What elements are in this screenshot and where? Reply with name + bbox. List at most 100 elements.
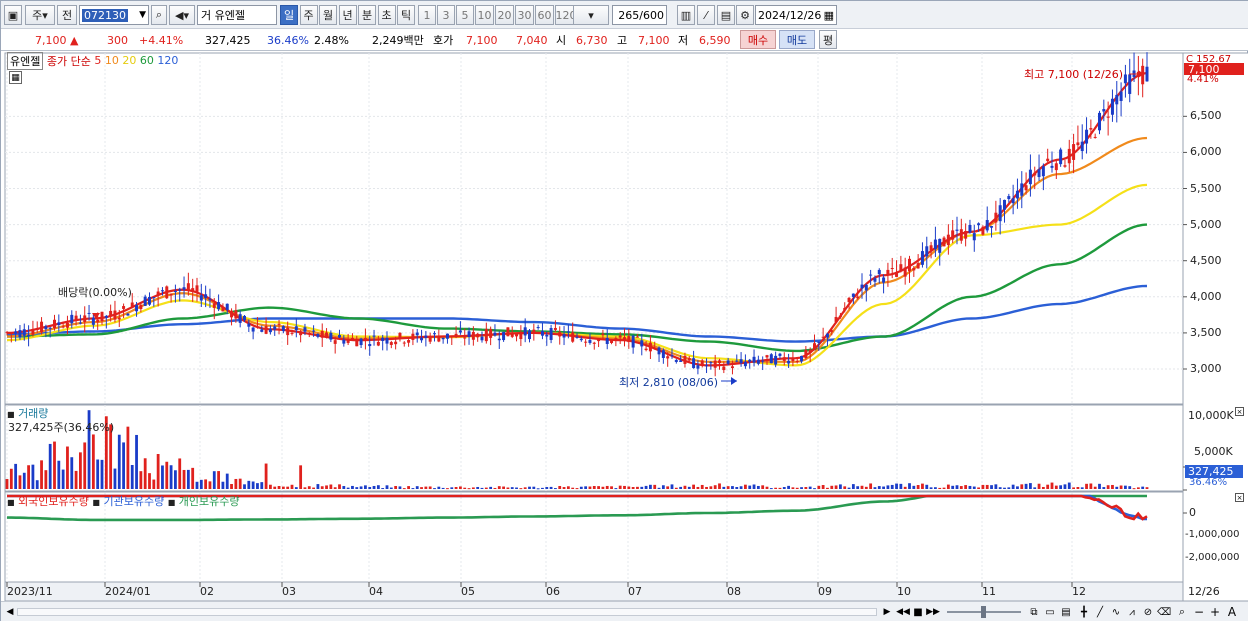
scroll-left-icon[interactable]: ◀ bbox=[4, 605, 16, 619]
volume-bar bbox=[27, 465, 30, 489]
candle-body bbox=[687, 358, 691, 361]
time-axis-label: 2024/01 bbox=[105, 585, 151, 598]
candle-body bbox=[1106, 116, 1110, 118]
rewind-icon[interactable]: ◀◀ bbox=[896, 605, 910, 619]
volume-bar bbox=[1029, 483, 1032, 489]
candle-body bbox=[1089, 128, 1093, 130]
volume-bar bbox=[61, 469, 65, 489]
chart-window: { "toolbar": { "period_label": "주", "pre… bbox=[0, 0, 1248, 621]
candle-body bbox=[1076, 142, 1080, 146]
candle-body bbox=[333, 340, 337, 344]
candle-body bbox=[722, 366, 726, 371]
price-panel bbox=[4, 52, 1184, 405]
candle-body bbox=[247, 323, 251, 327]
holdings-panel-close-icon[interactable]: × bbox=[1235, 493, 1244, 502]
candle-body bbox=[1072, 144, 1076, 160]
volume-bar bbox=[1054, 485, 1058, 489]
candle-body bbox=[454, 333, 458, 338]
volume-bar bbox=[1115, 486, 1119, 489]
candle-body bbox=[437, 337, 441, 342]
candle-body bbox=[1119, 91, 1123, 102]
candle-body bbox=[730, 366, 734, 369]
candle-body bbox=[372, 335, 376, 337]
volume-bar bbox=[748, 485, 752, 489]
volume-bar bbox=[493, 487, 497, 489]
volume-bar bbox=[588, 486, 592, 489]
zigzag-tool-icon[interactable]: ⩘ bbox=[1125, 605, 1139, 619]
volume-bar bbox=[260, 482, 264, 489]
stock-chart[interactable] bbox=[1, 1, 1248, 601]
candle-body bbox=[312, 330, 316, 332]
legend-ma5: 5 bbox=[94, 54, 102, 67]
volume-bar bbox=[739, 486, 743, 489]
zoom-slider-handle[interactable] bbox=[981, 606, 986, 618]
candle-body bbox=[713, 360, 717, 368]
horizontal-scrollbar[interactable] bbox=[17, 608, 877, 616]
candle-body bbox=[964, 230, 968, 239]
legend-ma20: 20 bbox=[122, 54, 137, 67]
candle-body bbox=[385, 338, 389, 344]
window-tile-icon[interactable]: ⧉ bbox=[1027, 605, 1041, 619]
volume-bar bbox=[79, 452, 82, 489]
volume-bar bbox=[735, 487, 739, 489]
volume-bar bbox=[126, 426, 130, 489]
volume-bar bbox=[994, 484, 998, 489]
grid-table-icon[interactable]: ▦ bbox=[9, 71, 22, 84]
volume-bar bbox=[325, 485, 328, 489]
candle-body bbox=[661, 350, 665, 358]
candle-body bbox=[126, 313, 130, 316]
volume-bar bbox=[791, 487, 795, 489]
candle-body bbox=[743, 361, 747, 367]
volume-bar bbox=[402, 488, 406, 490]
wave-tool-icon[interactable]: ∿ bbox=[1109, 605, 1123, 619]
stop-icon[interactable]: ■ bbox=[912, 605, 924, 619]
candle-body bbox=[847, 297, 851, 303]
candle-body bbox=[74, 315, 78, 321]
volume-bar bbox=[139, 471, 143, 489]
candle-body bbox=[14, 331, 18, 334]
volume-bar bbox=[1141, 486, 1145, 489]
time-axis-label: 08 bbox=[727, 585, 741, 598]
time-axis-label: 07 bbox=[628, 585, 642, 598]
scroll-right-icon[interactable]: ▶ bbox=[881, 605, 893, 619]
fibonacci-tool-icon[interactable]: ⊘ bbox=[1141, 605, 1155, 619]
volume-bar bbox=[437, 486, 441, 489]
volume-bar bbox=[998, 487, 1002, 489]
candle-body bbox=[338, 335, 341, 338]
fast-forward-icon[interactable]: ▶▶ bbox=[926, 605, 940, 619]
window-split-icon[interactable]: ▭ bbox=[1043, 605, 1057, 619]
volume-bar bbox=[575, 488, 579, 490]
trendline-icon[interactable]: ╱ bbox=[1093, 605, 1107, 619]
candle-body bbox=[635, 336, 639, 338]
volume-bar bbox=[234, 478, 238, 489]
volume-bar bbox=[22, 472, 26, 489]
candle-body bbox=[994, 212, 998, 223]
candle-body bbox=[929, 245, 933, 251]
legend-ma10: 10 bbox=[104, 54, 119, 67]
candle-body bbox=[402, 342, 406, 344]
zoom-out-icon[interactable]: − bbox=[1193, 605, 1205, 619]
zoom-search-icon[interactable]: ⌕ bbox=[1175, 605, 1189, 619]
window-stack-icon[interactable]: ▤ bbox=[1059, 605, 1073, 619]
crosshair-icon[interactable]: ╋ bbox=[1077, 605, 1091, 619]
font-size-icon[interactable]: A bbox=[1225, 605, 1239, 619]
volume-panel bbox=[4, 404, 1184, 492]
candle-body bbox=[566, 331, 570, 333]
volume-bar bbox=[808, 486, 812, 489]
candle-body bbox=[942, 237, 946, 247]
zoom-in-icon[interactable]: + bbox=[1209, 605, 1221, 619]
volume-bar bbox=[351, 485, 354, 489]
candle-body bbox=[169, 293, 173, 296]
volume-bar bbox=[1067, 482, 1071, 489]
volume-bar bbox=[597, 486, 600, 489]
candle-body bbox=[394, 341, 398, 345]
volume-panel-close-icon[interactable]: × bbox=[1235, 407, 1244, 416]
erase-tool-icon[interactable]: ⌫ bbox=[1157, 605, 1171, 619]
volume-bar bbox=[389, 487, 393, 489]
candle-body bbox=[869, 274, 873, 276]
volume-tick-10000k: 10,000K bbox=[1188, 409, 1234, 422]
candle-body bbox=[420, 337, 424, 341]
candle-body bbox=[908, 258, 911, 272]
candle-body bbox=[87, 312, 91, 314]
candle-body bbox=[1007, 196, 1011, 200]
